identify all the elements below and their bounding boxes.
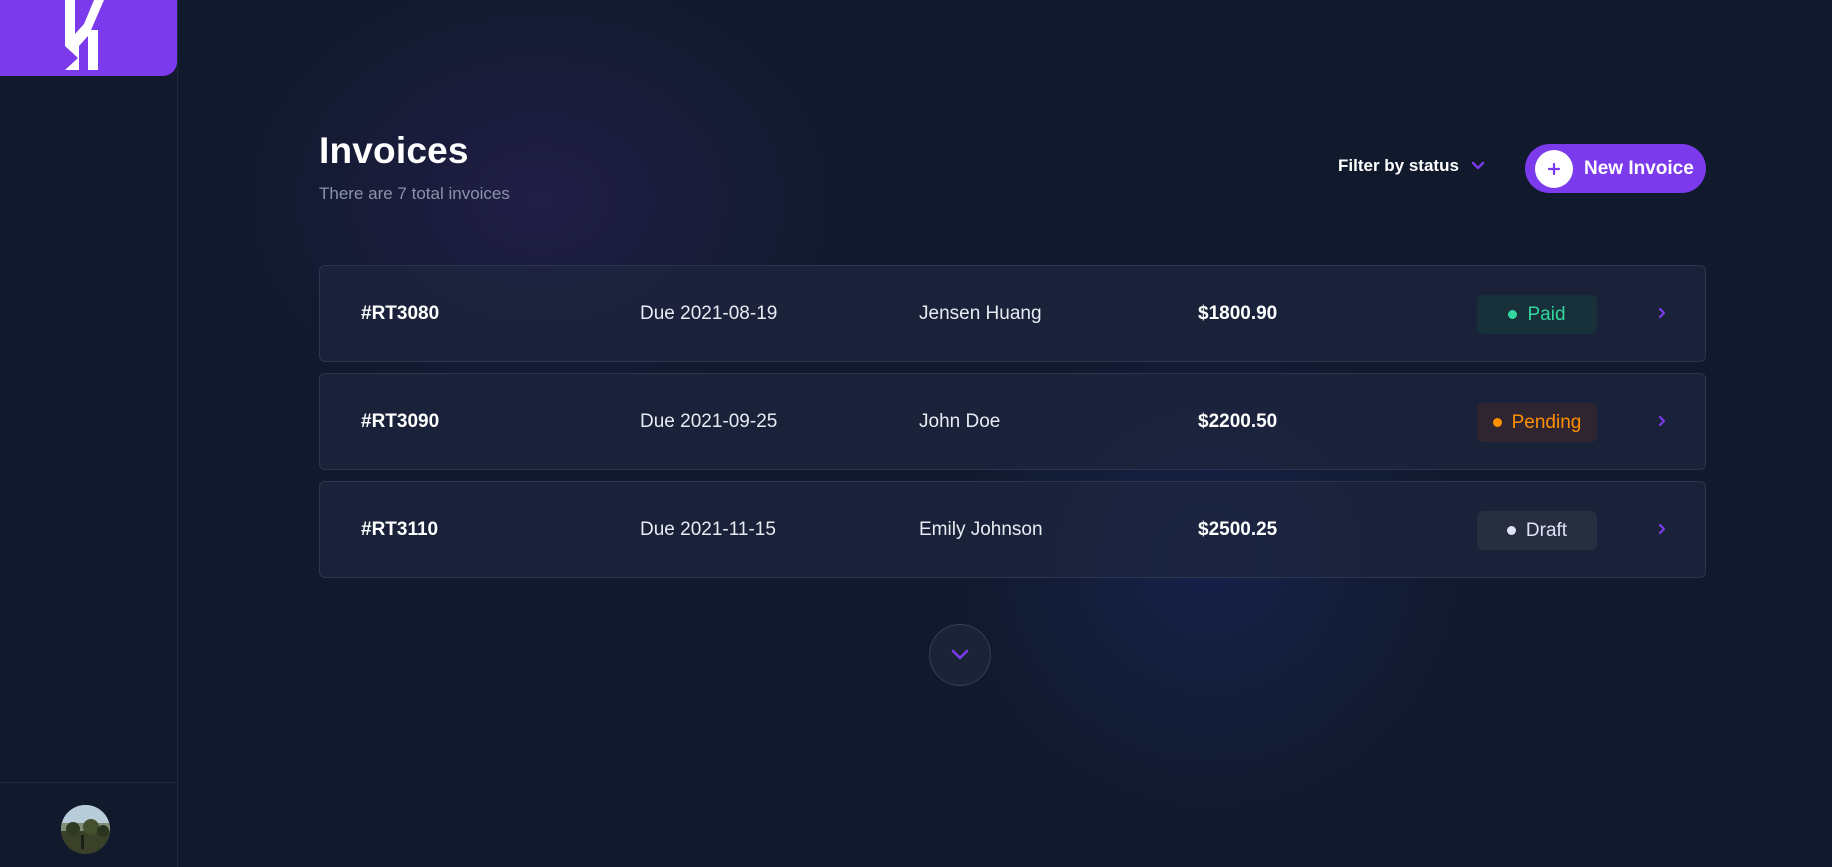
chevron-right-icon [1658, 523, 1666, 535]
avatar[interactable] [61, 805, 110, 854]
chevron-right-icon [1658, 415, 1666, 427]
invoice-row[interactable]: #RT3090 Due 2021-09-25 John Doe $2200.50… [319, 373, 1706, 470]
invoice-client: Emily Johnson [919, 518, 1043, 540]
invoice-due-date: Due 2021-09-25 [640, 410, 778, 432]
chevron-down-icon [1471, 161, 1485, 170]
status-label: Pending [1511, 411, 1582, 433]
app-root: Invoices There are 7 total invoices Filt… [0, 0, 1832, 867]
sidebar [0, 0, 178, 867]
status-label: Paid [1527, 303, 1566, 325]
invoice-id: #RT3090 [361, 410, 440, 432]
status-badge: Pending [1477, 403, 1597, 442]
invoice-amount: $1800.90 [1198, 302, 1278, 324]
invoice-client: Jensen Huang [919, 302, 1042, 324]
invoice-amount: $2200.50 [1198, 410, 1278, 432]
load-more-button[interactable] [929, 624, 991, 686]
status-badge: Draft [1477, 511, 1597, 550]
filter-label: Filter by status [1338, 156, 1459, 175]
invoice-row[interactable]: #RT3110 Due 2021-11-15 Emily Johnson $25… [319, 481, 1706, 578]
invoice-row[interactable]: #RT3080 Due 2021-08-19 Jensen Huang $180… [319, 265, 1706, 362]
status-dot [1506, 526, 1516, 535]
brand-logo-icon [65, 0, 104, 70]
invoice-amount: $2500.25 [1198, 518, 1278, 540]
status-badge: Paid [1477, 295, 1597, 334]
invoice-count: There are 7 total invoices [319, 184, 510, 203]
chevron-down-icon [951, 649, 969, 660]
invoice-id: #RT3080 [361, 302, 440, 324]
status-dot [1508, 310, 1518, 319]
chevron-right-icon [1658, 307, 1666, 319]
brand-logo[interactable] [0, 0, 177, 76]
invoice-list: #RT3080 Due 2021-08-19 Jensen Huang $180… [319, 265, 1706, 589]
invoice-client: John Doe [919, 410, 1001, 432]
new-invoice-button[interactable]: New Invoice [1525, 144, 1706, 193]
plus-icon [1535, 149, 1573, 188]
page-title: Invoices [319, 130, 469, 171]
invoice-due-date: Due 2021-11-15 [640, 518, 776, 540]
sidebar-divider [0, 782, 177, 783]
invoice-id: #RT3110 [361, 518, 439, 540]
filter-by-status[interactable]: Filter by status [1338, 156, 1485, 176]
new-invoice-label: New Invoice [1584, 157, 1694, 179]
status-label: Draft [1525, 519, 1568, 541]
status-dot [1492, 418, 1502, 427]
invoice-due-date: Due 2021-08-19 [640, 302, 778, 324]
